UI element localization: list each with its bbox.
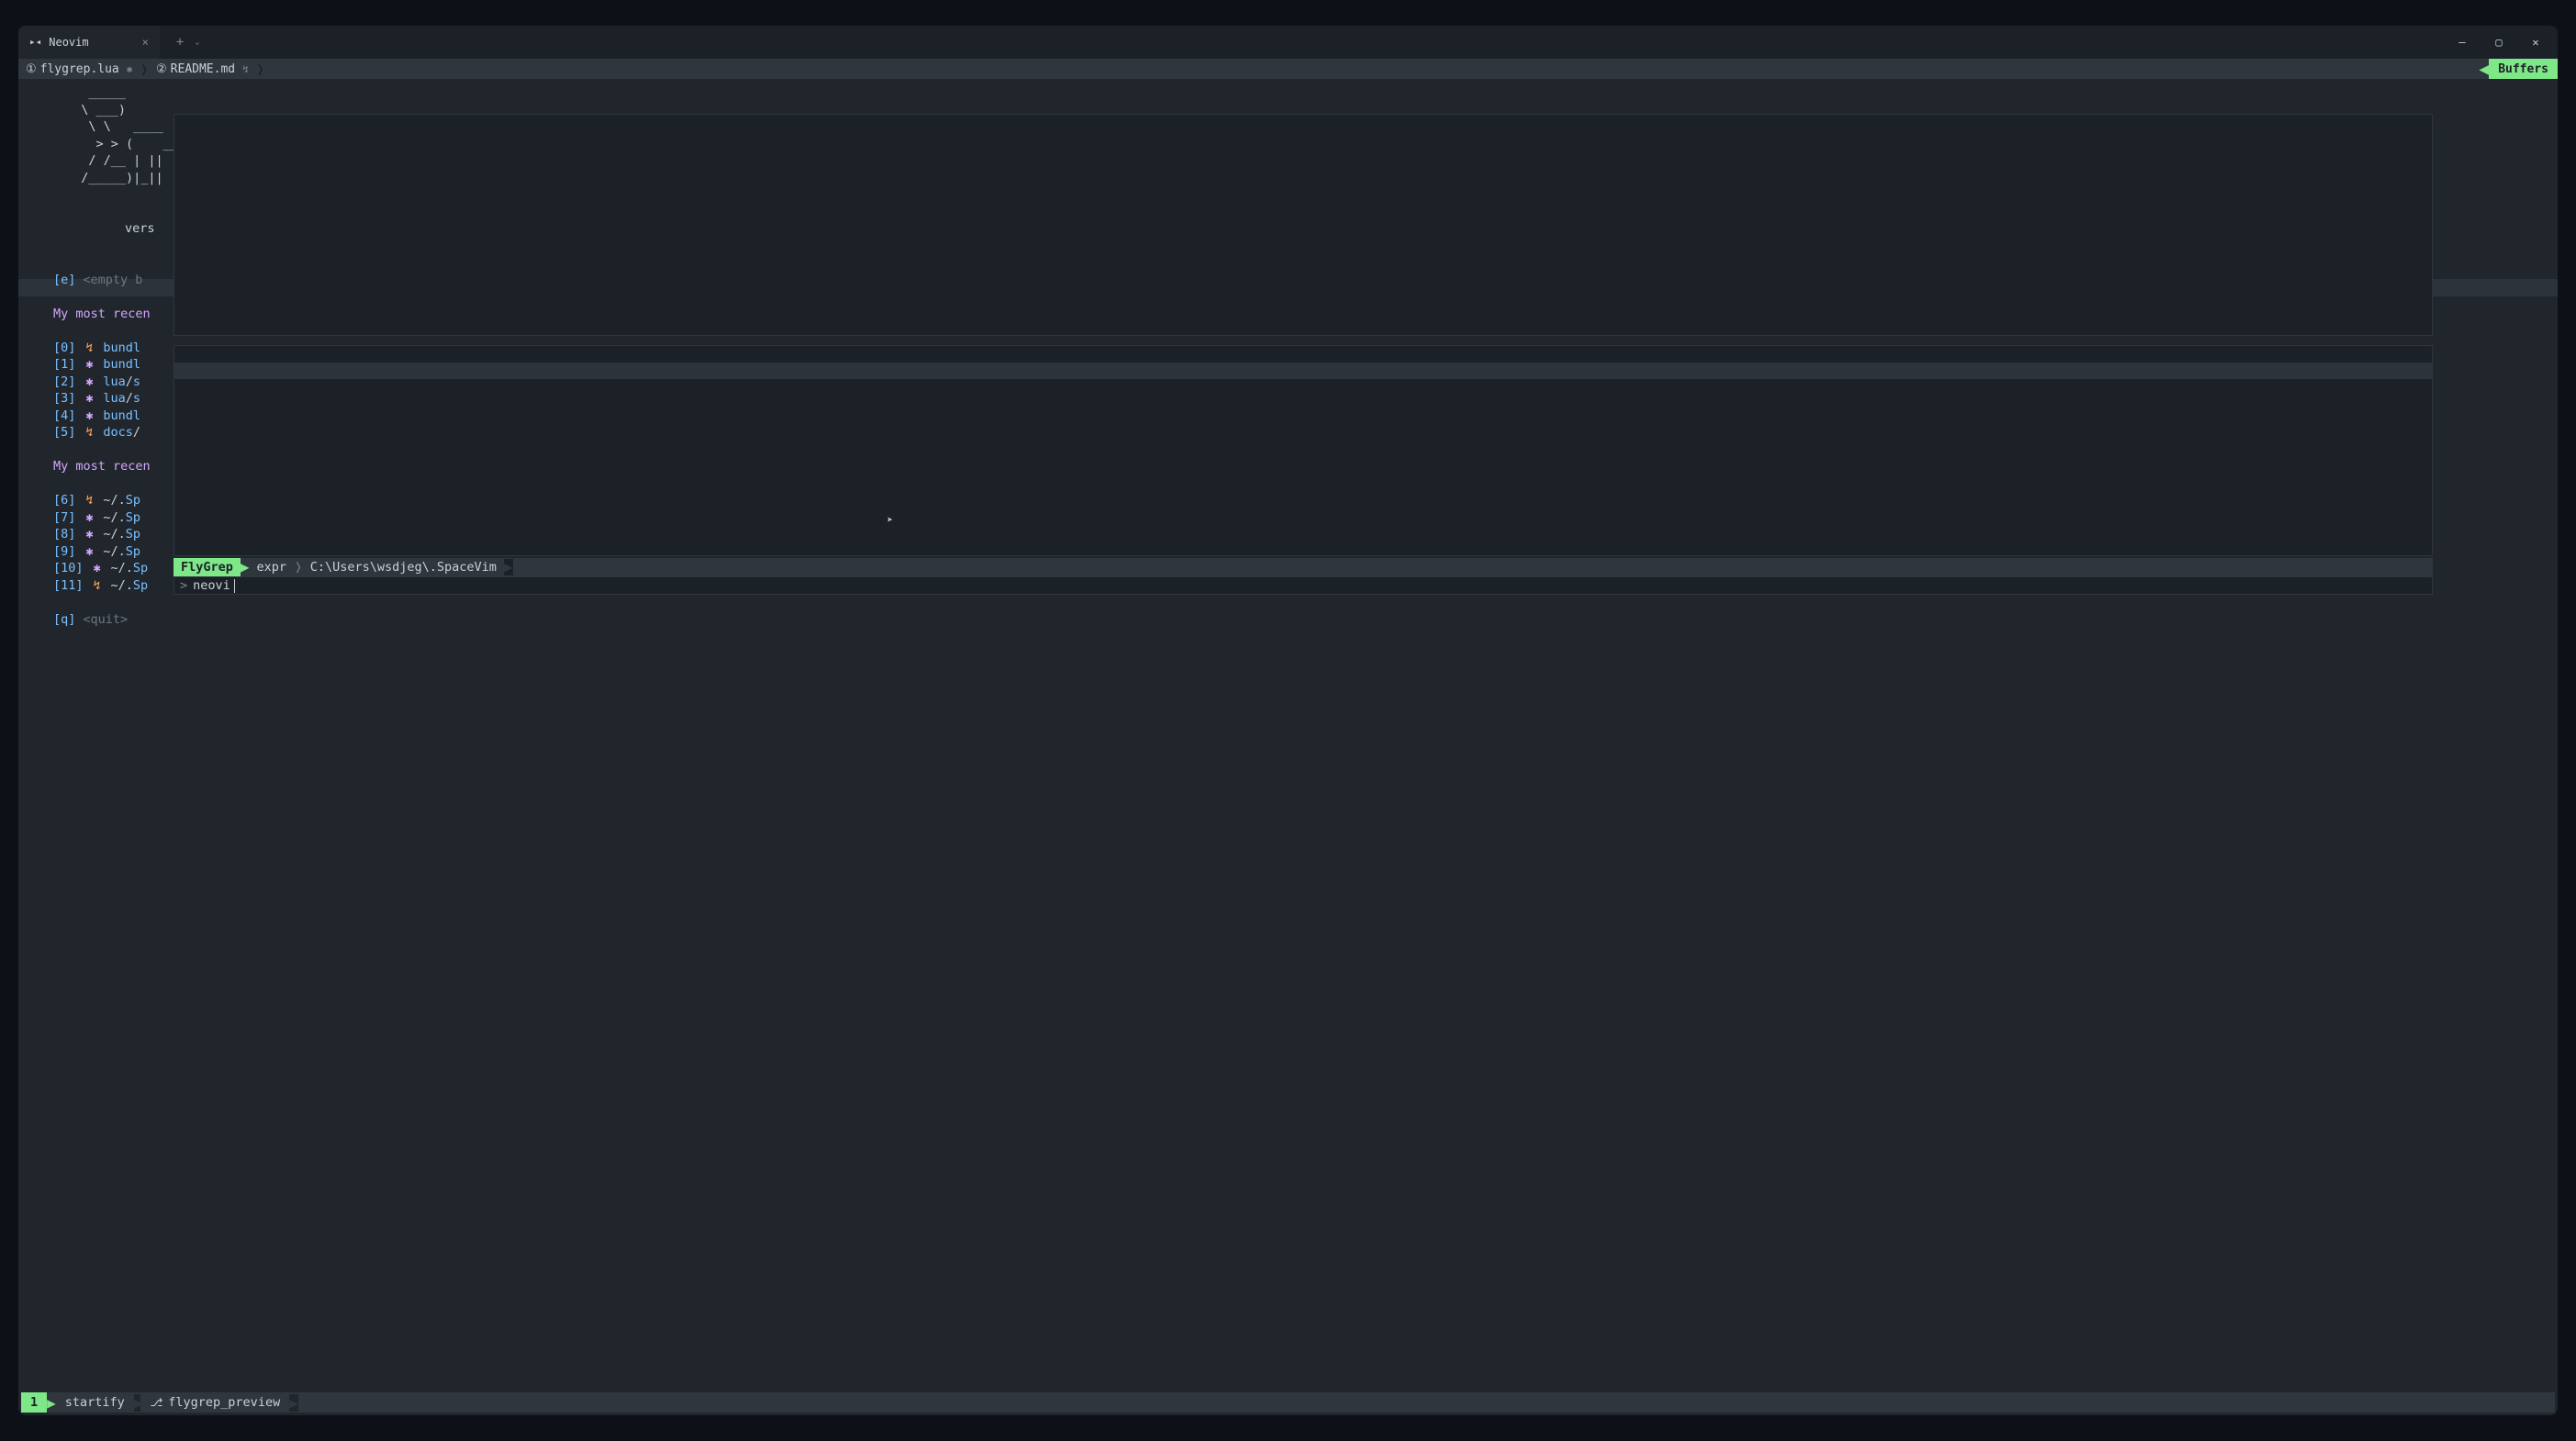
separator-icon: ❭ bbox=[256, 61, 265, 78]
file-icon: ✱ bbox=[83, 509, 95, 527]
separator-icon: ▶ bbox=[289, 1394, 298, 1412]
modified-icon: ↯ bbox=[242, 63, 249, 75]
buffer-name: README.md bbox=[171, 62, 235, 76]
editor-content[interactable]: _____ \ ___) \ \ ____ > > ( __ / /__ | |… bbox=[18, 79, 2558, 1392]
file-icon: ✱ bbox=[83, 356, 95, 374]
file-icon: ✱ bbox=[91, 560, 104, 577]
buffer-name: flygrep.lua bbox=[40, 62, 119, 76]
main-window: ▸◂ Neovim × + ⌄ — ▢ ✕ ① flygrep.lua ✱ ❭ … bbox=[18, 26, 2558, 1415]
flygrep-mode: expr bbox=[250, 559, 295, 576]
separator-icon: ▶ bbox=[241, 559, 250, 576]
buffer-tab-2[interactable]: ② README.md ↯ bbox=[149, 62, 256, 76]
flygrep-results-window[interactable] bbox=[174, 345, 2433, 556]
file-icon: ↯ bbox=[91, 577, 104, 595]
git-branch-name: flygrep_preview bbox=[168, 1395, 280, 1410]
separator-icon: ▶ bbox=[504, 559, 513, 576]
buffers-label: Buffers bbox=[2489, 59, 2558, 79]
separator-icon: ❭ bbox=[294, 559, 303, 576]
file-icon: ↯ bbox=[83, 340, 95, 357]
git-branch-icon: ⎇ bbox=[150, 1396, 162, 1409]
search-input-text: neovi bbox=[193, 577, 230, 595]
file-icon: ✱ bbox=[83, 408, 95, 425]
buffer-tab-1[interactable]: ① flygrep.lua ✱ bbox=[18, 62, 140, 76]
status-name: startify bbox=[56, 1395, 134, 1410]
file-icon: ✱ bbox=[83, 390, 95, 408]
modified-icon: ✱ bbox=[127, 63, 133, 75]
flygrep-input[interactable]: > neovi bbox=[174, 576, 2433, 595]
prompt-icon: > bbox=[180, 577, 187, 595]
titlebar: ▸◂ Neovim × + ⌄ — ▢ ✕ bbox=[18, 26, 2558, 59]
close-button[interactable]: ✕ bbox=[2517, 26, 2554, 59]
terminal-tab[interactable]: ▸◂ Neovim × bbox=[18, 26, 160, 59]
file-icon: ↯ bbox=[83, 492, 95, 509]
selected-result-line[interactable] bbox=[174, 363, 2432, 379]
flygrep-preview-window[interactable] bbox=[174, 114, 2433, 336]
git-branch-segment: ⎇ flygrep_preview bbox=[140, 1392, 289, 1413]
file-icon: ✱ bbox=[83, 526, 95, 543]
minimize-button[interactable]: — bbox=[2444, 26, 2481, 59]
tab-close-button[interactable]: × bbox=[142, 36, 149, 49]
statusbar: 1 ▶ startify ▶ ⎇ flygrep_preview ▶ bbox=[21, 1392, 2555, 1413]
status-mode: 1 bbox=[21, 1392, 47, 1413]
file-icon: ✱ bbox=[83, 374, 95, 391]
bufferline: ① flygrep.lua ✱ ❭ ② README.md ↯ ❭ ◀ Buff… bbox=[18, 59, 2558, 79]
flygrep-statusbar: FlyGrep ▶ expr ❭ C:\Users\wsdjeg\.SpaceV… bbox=[174, 558, 2433, 576]
file-icon: ↯ bbox=[83, 424, 95, 441]
file-icon: ✱ bbox=[83, 543, 95, 561]
flygrep-path: C:\Users\wsdjeg\.SpaceVim bbox=[303, 559, 504, 576]
window-controls: — ▢ ✕ bbox=[2444, 26, 2558, 59]
tab-dropdown-button[interactable]: ⌄ bbox=[195, 38, 199, 47]
new-tab-button[interactable]: + bbox=[176, 35, 184, 50]
startify-empty[interactable]: [e] <empty b bbox=[37, 272, 2539, 289]
maximize-button[interactable]: ▢ bbox=[2481, 26, 2517, 59]
cursor-icon bbox=[234, 579, 235, 593]
tab-title: Neovim bbox=[49, 36, 88, 49]
separator-icon: ▶ bbox=[47, 1394, 56, 1412]
startify-quit[interactable]: [q] <quit> bbox=[37, 611, 2539, 629]
separator-icon: ❭ bbox=[140, 61, 149, 78]
neovim-icon: ▸◂ bbox=[29, 36, 41, 48]
separator-icon: ◀ bbox=[2479, 60, 2489, 79]
flygrep-label: FlyGrep bbox=[174, 558, 241, 576]
